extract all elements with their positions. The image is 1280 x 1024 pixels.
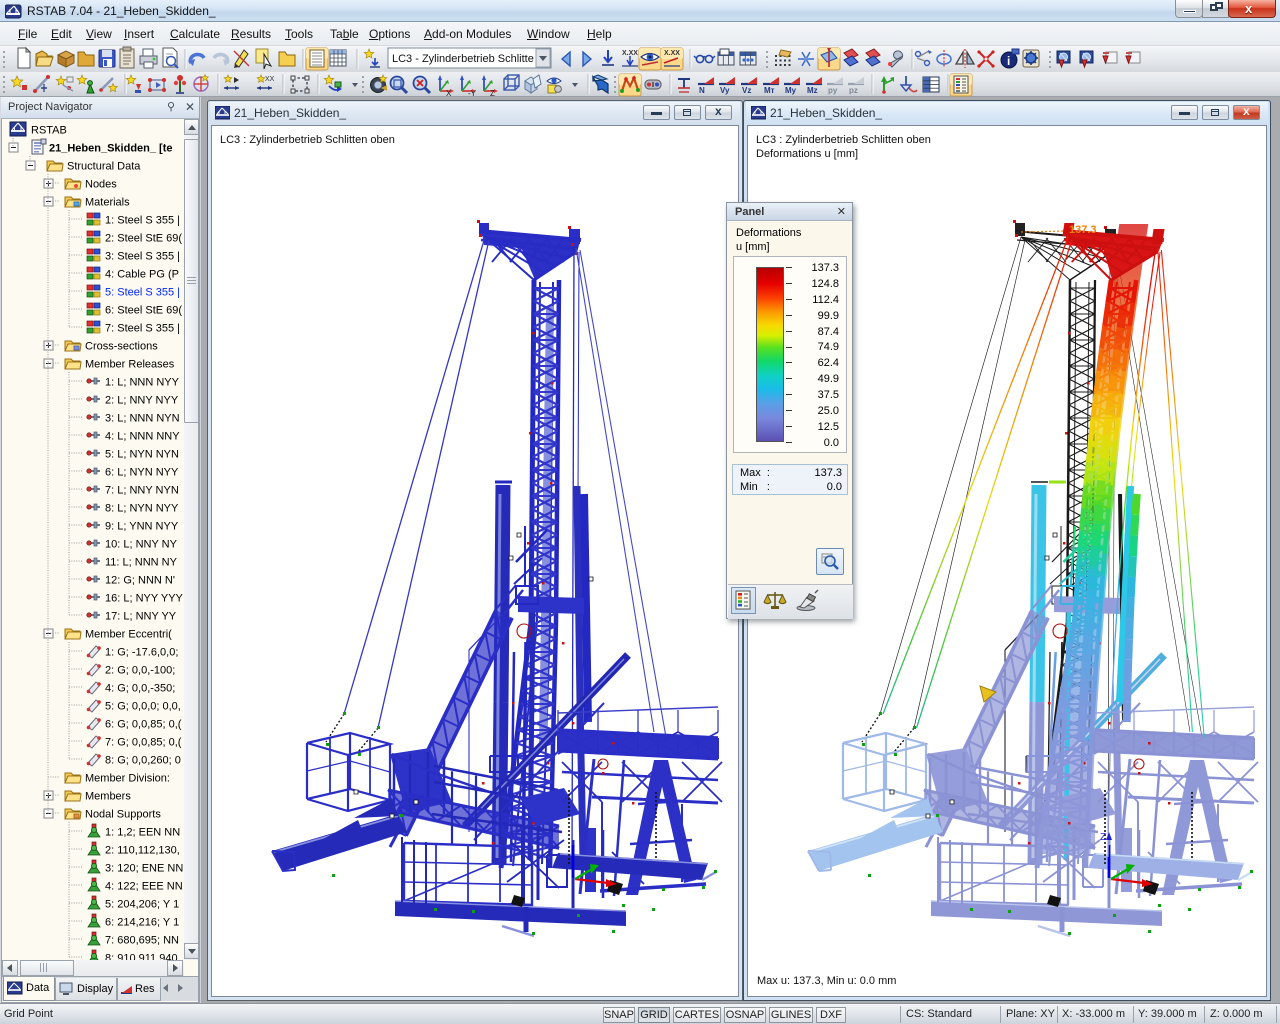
svg-text:5: Steel S 355 |: 5: Steel S 355 | <box>105 287 180 299</box>
svg-text:1: G; -17.6,0,0;: 1: G; -17.6,0,0; <box>105 647 178 659</box>
svg-text:Member Eccentri(: Member Eccentri( <box>85 629 172 641</box>
svg-text:Nodal Supports: Nodal Supports <box>85 809 161 821</box>
svg-text:pz: pz <box>849 86 858 95</box>
svg-text:Mz: Mz <box>807 86 818 95</box>
svg-text:X.XX: X.XX <box>622 50 638 57</box>
svg-text:-Y: -Y <box>468 89 477 97</box>
svg-text:6: G; 0,0,85; 0,(: 6: G; 0,0,85; 0,( <box>105 719 182 731</box>
svg-text:9: L; YNN NYY: 9: L; YNN NYY <box>105 521 179 533</box>
svg-text:3: L; NNN NYN: 3: L; NNN NYN <box>105 413 180 425</box>
svg-text:2: L; NNY NYY: 2: L; NNY NYY <box>105 395 179 407</box>
svg-text:Vy: Vy <box>720 86 730 95</box>
svg-text:py: py <box>828 86 838 95</box>
svg-text:1: Steel S 355 |: 1: Steel S 355 | <box>105 215 180 227</box>
svg-text:21_Heben_Skidden_ [te: 21_Heben_Skidden_ [te <box>49 143 173 155</box>
svg-text:Member Division:: Member Division: <box>85 773 170 785</box>
svg-text:X.XX: X.XX <box>664 50 680 57</box>
svg-text:3: 120; ENE NN: 3: 120; ENE NN <box>105 863 183 875</box>
svg-text:4: Cable PG (P: 4: Cable PG (P <box>105 269 179 281</box>
svg-text:3: Steel S 355 |: 3: Steel S 355 | <box>105 251 180 263</box>
svg-text:N: N <box>699 86 705 95</box>
svg-text:4: G; 0,0,-350;: 4: G; 0,0,-350; <box>105 683 175 695</box>
svg-text:1: 1,2; EEN NN: 1: 1,2; EEN NN <box>105 827 180 839</box>
svg-text:2: 110,112,130,: 2: 110,112,130, <box>105 845 180 857</box>
svg-text:17: L; NNY YY: 17: L; NNY YY <box>105 611 177 623</box>
svg-text:Mᴛ: Mᴛ <box>764 86 775 95</box>
svg-text:Z: Z <box>490 89 495 97</box>
svg-text:10: L; NNY NY: 10: L; NNY NY <box>105 539 178 551</box>
svg-text:11: L; NNN NY: 11: L; NNN NY <box>105 557 178 569</box>
svg-text:6: Steel StE 69(: 6: Steel StE 69( <box>105 305 182 317</box>
svg-text:137.3: 137.3 <box>1069 224 1097 236</box>
svg-text:Structural Data: Structural Data <box>67 161 141 173</box>
svg-text:Cross-sections: Cross-sections <box>85 341 158 353</box>
svg-text:5: L; NYN NYN: 5: L; NYN NYN <box>105 449 179 461</box>
svg-text:6: 214,216; Y 1: 6: 214,216; Y 1 <box>105 917 179 929</box>
svg-text:2: Steel StE 69(: 2: Steel StE 69( <box>105 233 182 245</box>
svg-text:i: i <box>1007 54 1010 68</box>
svg-text:7: 680,695; NN: 7: 680,695; NN <box>105 935 179 947</box>
svg-text:16: L; NYY YYY: 16: L; NYY YYY <box>105 593 184 605</box>
svg-text:8: G; 0,0,260; 0: 8: G; 0,0,260; 0 <box>105 755 181 767</box>
svg-text:5: 204,206; Y 1: 5: 204,206; Y 1 <box>105 899 179 911</box>
svg-text:1: L; NNN NYY: 1: L; NNN NYY <box>105 377 180 389</box>
svg-text:My: My <box>785 86 797 95</box>
svg-text:4: L; NNN NNY: 4: L; NNN NNY <box>105 431 180 443</box>
svg-text:8: L; NYN NYY: 8: L; NYN NYY <box>105 503 179 515</box>
svg-text:XX: XX <box>265 76 275 83</box>
svg-text:Z: Z <box>1100 832 1106 843</box>
svg-text:LC3 - Zylinderbetrieb Schlitte: LC3 - Zylinderbetrieb Schlitte <box>392 53 534 65</box>
svg-text:7: G; 0,0,85; 0,(: 7: G; 0,0,85; 0,( <box>105 737 182 749</box>
svg-text:7: L; NNY NYN: 7: L; NNY NYN <box>105 485 179 497</box>
svg-text:2: G; 0,0,-100;: 2: G; 0,0,-100; <box>105 665 175 677</box>
svg-text:Vz: Vz <box>742 86 751 95</box>
svg-text:Nodes: Nodes <box>85 179 117 191</box>
svg-text:Materials: Materials <box>85 197 130 209</box>
svg-text:RSTAB: RSTAB <box>31 125 67 137</box>
svg-text:X: X <box>446 89 452 97</box>
svg-text:4: 122; EEE NN: 4: 122; EEE NN <box>105 881 183 893</box>
svg-text:Members: Members <box>85 791 131 803</box>
svg-text:12: G; NNN N': 12: G; NNN N' <box>105 575 175 587</box>
svg-text:6: L; NYN NYY: 6: L; NYN NYY <box>105 467 179 479</box>
svg-text:7: Steel S 355 |: 7: Steel S 355 | <box>105 323 180 335</box>
svg-text:5: G; 0,0,0; 0,0,: 5: G; 0,0,0; 0,0, <box>105 701 181 713</box>
svg-text:Member Releases: Member Releases <box>85 359 175 371</box>
